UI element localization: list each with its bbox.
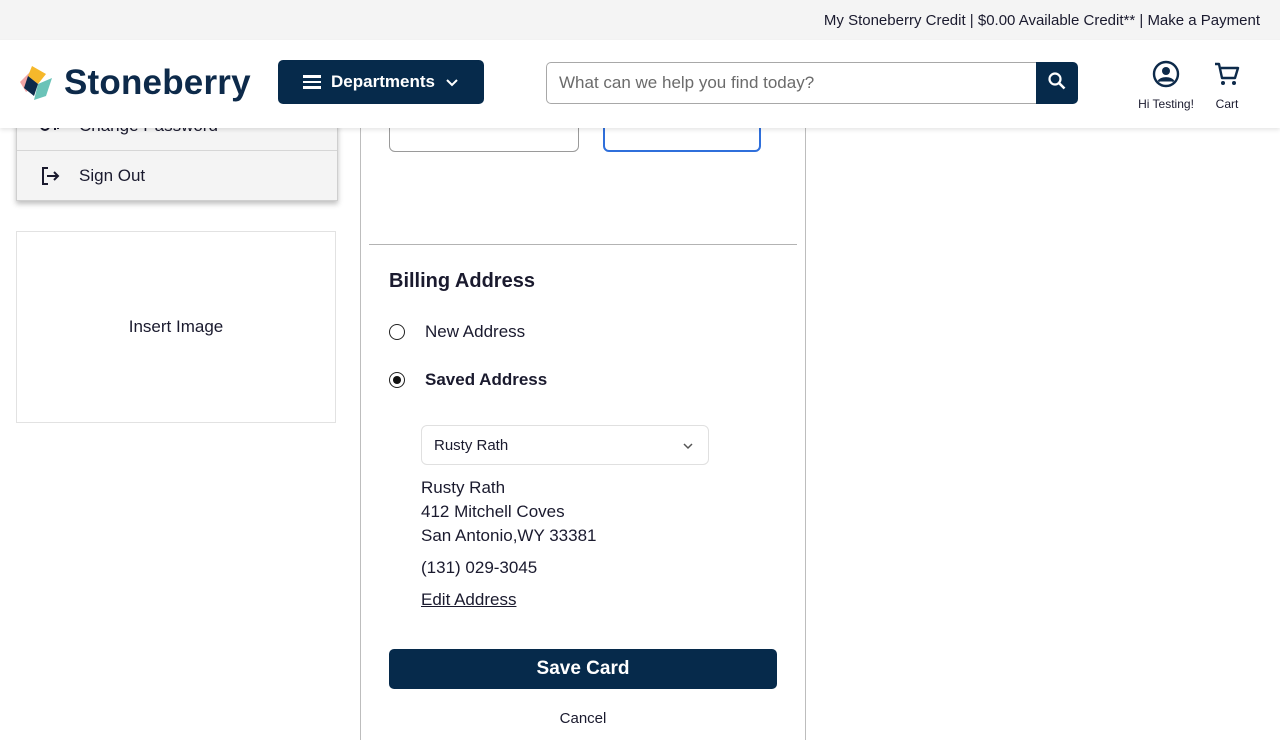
sign-out-icon [39, 165, 61, 187]
search-button[interactable] [1036, 62, 1078, 104]
account-menu[interactable]: Hi Testing! [1134, 60, 1198, 111]
image-placeholder-label: Insert Image [128, 317, 224, 336]
saved-address-radio[interactable] [389, 372, 405, 388]
search-icon [1047, 71, 1067, 96]
user-icon [1152, 60, 1180, 93]
new-address-option[interactable]: New Address [389, 322, 525, 342]
section-divider [369, 244, 797, 245]
menu-icon [303, 75, 322, 89]
separator: | [965, 11, 978, 29]
new-address-label: New Address [425, 322, 526, 341]
account-greeting: Hi Testing! [1138, 97, 1194, 111]
sidebar-item-sign-out[interactable]: Sign Out [17, 150, 337, 200]
cart-label: Cart [1215, 97, 1239, 111]
cancel-link[interactable]: Cancel [361, 710, 805, 727]
sidebar-item-label: Sign Out [79, 165, 146, 185]
address-city-line: San Antonio,WY 33381 [421, 526, 597, 545]
separator: | [1135, 11, 1148, 29]
logo-text: Stoneberry [64, 63, 251, 102]
cart-icon [1213, 60, 1241, 93]
billing-address-heading: Billing Address [389, 270, 535, 292]
card-form-panel: Billing Address New Address Saved Addres… [360, 100, 806, 740]
credit-link[interactable]: My Stoneberry Credit [824, 12, 966, 29]
address-street: 412 Mitchell Coves [421, 502, 565, 521]
radio-selected-dot [393, 376, 401, 384]
site-header: Stoneberry Departments Hi Testing! Cart [0, 40, 1280, 128]
make-payment-link[interactable]: Make a Payment [1147, 12, 1260, 29]
image-placeholder: Insert Image [16, 231, 336, 423]
saved-address-select-value: Rusty Rath [434, 436, 509, 454]
edit-address-link[interactable]: Edit Address [421, 588, 516, 612]
chevron-down-icon [445, 72, 459, 92]
departments-label: Departments [331, 72, 435, 91]
utility-bar: My Stoneberry Credit | $0.00 Available C… [0, 0, 1280, 40]
address-name: Rusty Rath [421, 478, 506, 497]
logo-mark-icon [16, 62, 58, 104]
address-phone: (131) 029-3045 [421, 558, 538, 577]
save-card-button[interactable]: Save Card [389, 649, 777, 689]
stoneberry-logo[interactable]: Stoneberry [16, 62, 251, 104]
search-input[interactable] [546, 62, 1036, 104]
saved-address-select[interactable]: Rusty Rath [421, 425, 709, 465]
saved-address-option[interactable]: Saved Address [389, 370, 547, 390]
chevron-down-icon [682, 437, 694, 454]
cart-button[interactable]: Cart [1204, 60, 1250, 111]
available-credit: $0.00 Available Credit** [977, 11, 1136, 29]
saved-address-label: Saved Address [425, 370, 548, 389]
new-address-radio[interactable] [389, 324, 405, 340]
departments-button[interactable]: Departments [278, 60, 484, 104]
